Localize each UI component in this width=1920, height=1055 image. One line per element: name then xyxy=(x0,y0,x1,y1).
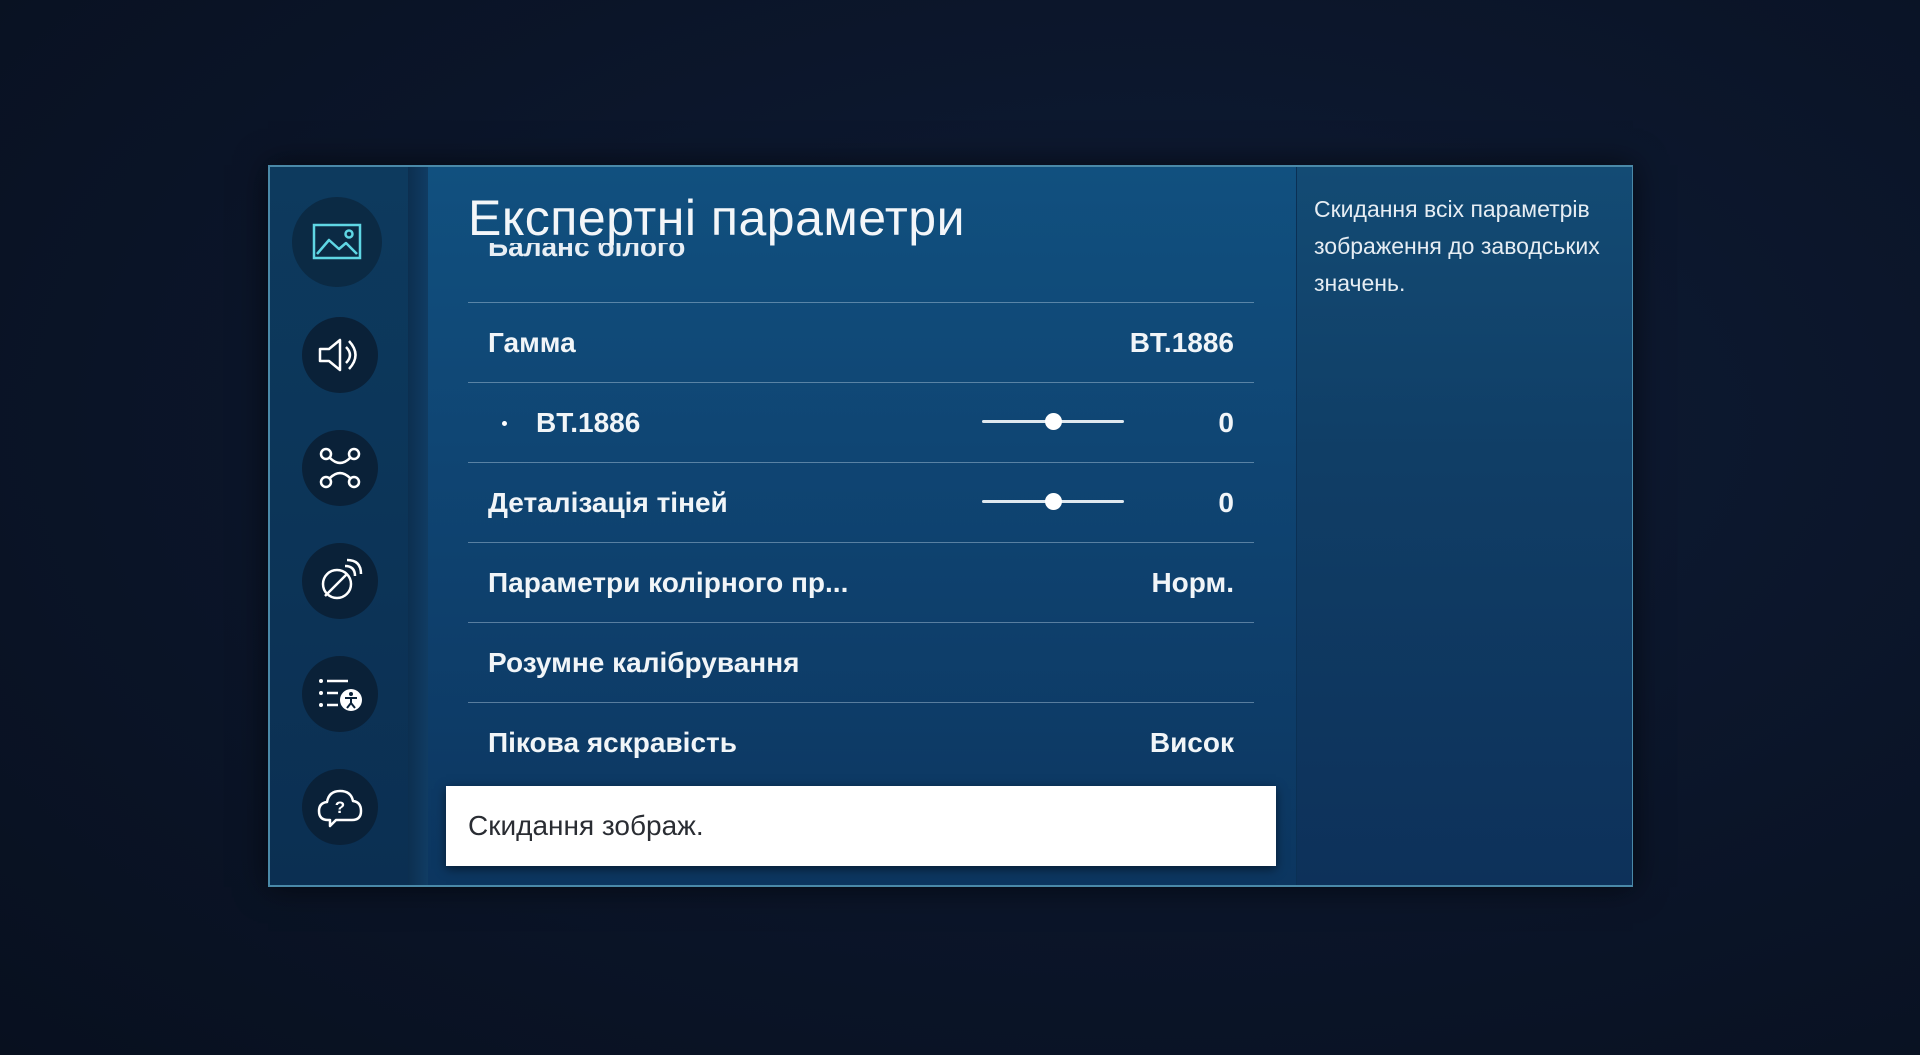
sub-item-bullet xyxy=(502,421,507,426)
menu-item-peak-brightness[interactable]: Пікова яскравість Висок xyxy=(468,702,1254,782)
menu-item-value: BT.1886 xyxy=(1129,327,1234,358)
broadcasting-icon[interactable] xyxy=(302,543,378,619)
picture-icon[interactable] xyxy=(292,197,382,287)
reset-picture-label: Скидання зображ. xyxy=(468,810,704,841)
menu-item-gamma[interactable]: Гамма BT.1886 xyxy=(468,302,1254,382)
menu-item-value: 0 xyxy=(1218,487,1234,518)
shadow-detail-slider[interactable] xyxy=(982,493,1124,510)
bt1886-slider[interactable] xyxy=(982,413,1124,430)
support-icon[interactable]: ? xyxy=(302,769,378,845)
connection-icon[interactable] xyxy=(302,430,378,506)
accessibility-icon[interactable] xyxy=(302,656,378,732)
sound-icon[interactable] xyxy=(302,317,378,393)
menu-item-color-space[interactable]: Параметри колірного пр... Норм. xyxy=(468,542,1254,622)
slider-thumb[interactable] xyxy=(1045,493,1062,510)
menu-item-label: BT.1886 xyxy=(536,407,641,438)
expert-settings-menu: Експертні параметри Баланс білого Гамма … xyxy=(428,167,1296,885)
partial-menu-item[interactable]: Баланс білого xyxy=(488,243,685,263)
slider-thumb[interactable] xyxy=(1045,413,1062,430)
svg-text:?: ? xyxy=(335,798,345,817)
category-sidebar: ? xyxy=(270,167,410,885)
menu-item-value: 0 xyxy=(1218,407,1234,438)
rail-divider xyxy=(408,167,428,885)
menu-item-label: Гамма xyxy=(488,327,576,358)
menu-item-smart-calibration[interactable]: Розумне калібрування xyxy=(468,622,1254,702)
menu-item-label: Параметри колірного пр... xyxy=(488,567,849,598)
reset-picture-button[interactable]: Скидання зображ. xyxy=(446,786,1276,866)
page-title: Експертні параметри xyxy=(468,190,966,246)
menu-item-bt1886[interactable]: BT.1886 0 xyxy=(468,382,1254,462)
menu-item-value: Норм. xyxy=(1151,567,1234,598)
menu-item-value: Висок xyxy=(1149,727,1234,758)
menu-item-label: Деталізація тіней xyxy=(488,487,728,518)
menu-item-shadow-detail[interactable]: Деталізація тіней 0 xyxy=(468,462,1254,542)
help-panel: Скидання всіх параметрів зображення до з… xyxy=(1296,167,1632,885)
menu-item-label: Розумне калібрування xyxy=(488,647,800,678)
menu-item-label: Пікова яскравість xyxy=(488,727,737,758)
settings-window: ? Експертні параметри Баланс білого Гамм… xyxy=(268,165,1633,887)
help-description: Скидання всіх параметрів зображення до з… xyxy=(1314,196,1600,296)
